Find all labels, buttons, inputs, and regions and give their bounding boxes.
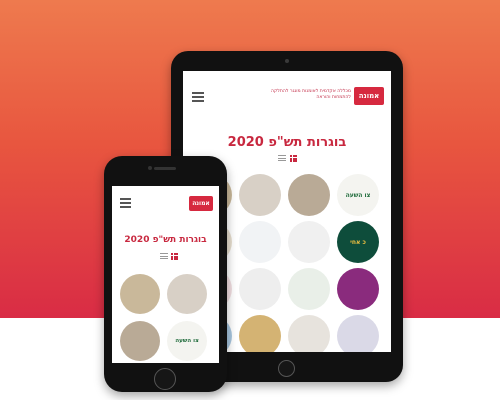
thumb-purple-orange[interactable] [337,268,379,310]
tablet-header: מכללה אקדמית לאומנות מונגר להתלקה להתמחו… [183,71,391,117]
thumb-illustration[interactable] [288,268,330,310]
page-title: בוגרות תש"פ 2020 [227,135,347,150]
thumb-wave[interactable] [337,315,379,352]
list-view-icon[interactable] [278,155,286,162]
grid-view-icon[interactable] [290,155,297,162]
phone-device: אמונה בוגרות תש"פ 2020 צו השעה [104,156,227,392]
thumbnail-caption: צו השעה [345,191,371,199]
view-toggle [152,252,182,262]
list-view-icon[interactable] [160,253,168,260]
thumb-textile[interactable] [120,321,160,361]
thumb-green-logo[interactable]: כ אחי [337,221,379,263]
thumb-tzav-hashaa[interactable]: צו השעה [167,321,207,361]
thumb-tzav-hashaa[interactable]: צו השעה [337,174,379,216]
thumb-weave[interactable] [167,274,207,314]
menu-icon[interactable] [120,198,131,208]
thumb-weave[interactable] [239,174,281,216]
thumb-textile[interactable] [288,174,330,216]
menu-icon[interactable] [192,92,204,102]
phone-screen: אמונה בוגרות תש"פ 2020 צו השעה [112,186,219,363]
thumb-devices[interactable] [239,221,281,263]
tablet-home-button [278,360,295,377]
thumb-logo-ao[interactable] [239,268,281,310]
thumb-arch[interactable] [288,315,330,352]
thumb-sign-sketch[interactable] [120,274,160,314]
thumbnail-caption: צו השעה [175,338,199,344]
thumb-gold[interactable] [239,315,281,352]
page-title: בוגרות תש"פ 2020 [124,235,207,245]
site-tagline: מכללה אקדמית לאומנות מונגר להתלקה להתמחו… [271,89,351,100]
site-logo[interactable]: אמונה [189,196,213,211]
thumbnail-caption: כ אחי [350,238,366,246]
phone-speaker [154,167,176,170]
thumb-envelope[interactable] [288,221,330,263]
phone-home-button [154,368,176,390]
tablet-camera [285,59,289,63]
phone-camera [148,166,152,170]
view-toggle [270,154,304,164]
site-logo[interactable]: אמונה [354,87,384,105]
grid-view-icon[interactable] [171,253,178,260]
